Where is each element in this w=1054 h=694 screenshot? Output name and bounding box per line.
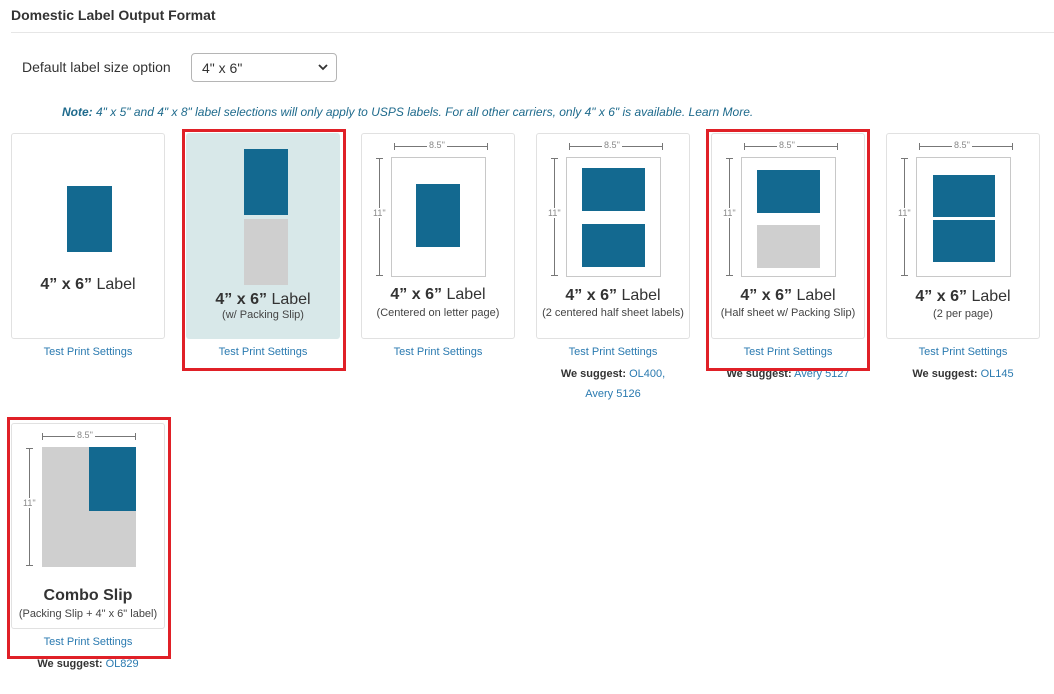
label-option-combo-slip[interactable]: 8.5'' 11'' Combo Slip (Packing Slip + 4"… [11, 423, 165, 629]
label-size-select[interactable]: 4" x 6" [191, 53, 337, 82]
suggest-link-avery-5127[interactable]: Avery 5127 [794, 368, 849, 380]
label-preview-blue [582, 224, 645, 267]
label-size-select-value: 4" x 6" [202, 60, 243, 76]
label-preview-blue [89, 447, 136, 511]
label-option-centered-letter[interactable]: 8.5'' 11'' 4” x 6” Label (Centered on le… [361, 133, 515, 339]
label-preview-blue [757, 170, 820, 213]
label-option-title: 4” x 6” Label [915, 288, 1011, 305]
label-option-title: 4” x 6” Label [40, 276, 136, 293]
label-option-title: 4” x 6” Label [390, 286, 486, 303]
note-prefix: Note: [62, 105, 93, 119]
test-print-settings-link[interactable]: Test Print Settings [536, 346, 690, 358]
label-option-two-per-page[interactable]: 8.5'' 11'' 4” x 6” Label (2 per page) [886, 133, 1040, 339]
suggest-label: We suggest: [37, 658, 103, 670]
height-dimension-text: 11'' [546, 208, 563, 218]
test-print-settings-link[interactable]: Test Print Settings [711, 346, 865, 358]
suggestion-text: We suggest: OL400, [536, 368, 690, 380]
suggestion-text-line2: Avery 5126 [536, 388, 690, 400]
suggest-link-ol400[interactable]: OL400, [629, 368, 665, 380]
suggest-link-ol829[interactable]: OL829 [106, 658, 139, 670]
label-option-title: 4” x 6” Label [215, 291, 311, 308]
label-option-subtitle: (w/ Packing Slip) [222, 309, 304, 321]
label-option-title: 4” x 6” Label [740, 287, 836, 304]
test-print-settings-link[interactable]: Test Print Settings [11, 636, 165, 648]
label-option-two-half-sheet[interactable]: 8.5'' 11'' 4” x 6” Label (2 centered hal… [536, 133, 690, 339]
width-dimension-text: 8.5'' [602, 140, 622, 150]
letter-page-preview [916, 157, 1011, 277]
label-option-half-sheet-packing-slip[interactable]: 8.5'' 11'' 4” x 6” Label (Half sheet w/ … [711, 133, 865, 339]
section-divider [11, 32, 1054, 33]
letter-page-preview [391, 157, 486, 277]
letter-page-preview [741, 157, 836, 277]
suggestion-text: We suggest: OL145 [886, 368, 1040, 380]
label-preview-blue [933, 220, 995, 262]
suggest-link-ol145[interactable]: OL145 [981, 368, 1014, 380]
test-print-settings-link[interactable]: Test Print Settings [186, 346, 340, 358]
width-dimension-text: 8.5'' [777, 140, 797, 150]
width-dimension-text: 8.5'' [952, 140, 972, 150]
learn-more-link[interactable]: Learn More. [689, 105, 754, 119]
label-option-subtitle: (Half sheet w/ Packing Slip) [720, 307, 856, 319]
label-preview-blue [244, 149, 288, 215]
label-preview-blue [67, 186, 112, 252]
height-dimension-text: 11'' [21, 498, 38, 508]
label-preview-blue [582, 168, 645, 211]
section-title: Domestic Label Output Format [11, 7, 216, 23]
test-print-settings-link[interactable]: Test Print Settings [886, 346, 1040, 358]
suggest-link-avery-5126[interactable]: Avery 5126 [585, 388, 640, 400]
test-print-settings-link[interactable]: Test Print Settings [11, 346, 165, 358]
label-option-subtitle: (Centered on letter page) [376, 307, 500, 319]
suggest-label: We suggest: [560, 368, 627, 380]
label-option-subtitle: (2 per page) [933, 308, 993, 320]
width-dimension-text: 8.5'' [427, 140, 447, 150]
label-option-subtitle: (2 centered half sheet labels) [542, 307, 684, 319]
label-option-subtitle: (Packing Slip + 4" x 6" label) [18, 608, 158, 620]
note-text: 4" x 5" and 4" x 8" label selections wil… [92, 105, 689, 119]
usps-note: Note: 4" x 5" and 4" x 8" label selectio… [62, 105, 753, 119]
label-option-4x6[interactable]: 4” x 6” Label [11, 133, 165, 339]
height-dimension-text: 11'' [371, 208, 388, 218]
label-size-option-label: Default label size option [22, 59, 171, 75]
packing-slip-preview [757, 225, 820, 268]
chevron-down-icon [318, 64, 328, 71]
packing-slip-preview [244, 219, 288, 285]
label-option-title: 4” x 6” Label [565, 287, 661, 304]
test-print-settings-link[interactable]: Test Print Settings [361, 346, 515, 358]
suggest-label: We suggest: [726, 368, 792, 380]
suggest-label: We suggest: [912, 368, 978, 380]
width-dimension-text: 8.5'' [75, 430, 95, 440]
label-option-title: Combo Slip [43, 587, 133, 604]
label-preview-blue [933, 175, 995, 217]
label-preview-blue [416, 184, 460, 247]
letter-page-preview [566, 157, 661, 277]
label-option-4x6-packing-slip[interactable]: 4” x 6” Label (w/ Packing Slip) [186, 133, 340, 339]
height-dimension-text: 11'' [721, 208, 738, 218]
height-dimension-text: 11'' [896, 208, 913, 218]
suggestion-text: We suggest: Avery 5127 [711, 368, 865, 380]
suggestion-text: We suggest: OL829 [11, 658, 165, 670]
